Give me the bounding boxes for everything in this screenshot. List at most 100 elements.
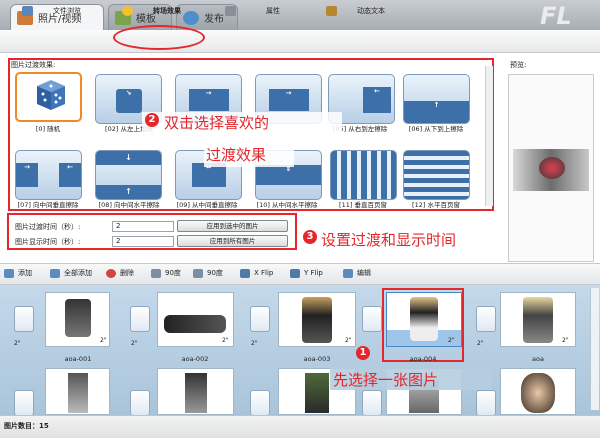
- add-icon: [4, 268, 14, 278]
- dynamic-text-icon: [326, 6, 337, 16]
- transition-icon: [122, 6, 133, 16]
- thumbnail-caption: aoa: [532, 355, 544, 363]
- edit-icon: [343, 268, 353, 278]
- photo-content: [302, 297, 332, 343]
- flip-y-icon: [290, 268, 300, 278]
- thumbnail-caption: aoa-004: [409, 355, 437, 363]
- status-bar: [0, 415, 600, 438]
- duration-label: 2": [222, 337, 229, 344]
- photo-content: [521, 373, 555, 413]
- effect-caption: [0] 随机: [35, 125, 61, 133]
- transition-marker[interactable]: [362, 390, 382, 416]
- transition-marker[interactable]: [250, 306, 270, 332]
- apply-selected-button[interactable]: 应用到选中的图片: [177, 220, 288, 232]
- arrow-left-icon: ←: [363, 87, 391, 113]
- apply-all-button[interactable]: 应用到所有图片: [177, 235, 288, 247]
- delete-button[interactable]: 删除: [106, 267, 134, 279]
- duration-label: 2": [345, 337, 352, 344]
- preview-image: [513, 149, 589, 191]
- publish-icon: [183, 10, 199, 25]
- edit-button[interactable]: 编辑: [343, 267, 371, 279]
- image-thumbnail[interactable]: [157, 368, 234, 415]
- effect-caption: [12] 水平百页窗: [412, 201, 460, 209]
- y-flip-button[interactable]: Y Flip: [290, 267, 323, 279]
- thumbnail-caption: aoa-003: [303, 355, 331, 363]
- transition-marker[interactable]: [130, 390, 150, 416]
- callout-number-2: 2: [145, 113, 159, 127]
- image-thumbnail[interactable]: [500, 368, 576, 415]
- effect-tile-06[interactable]: ↑: [403, 74, 470, 124]
- duration-label: 2": [251, 340, 258, 347]
- effect-tile-12[interactable]: [403, 150, 470, 200]
- preview-pane: [508, 74, 594, 262]
- transition-marker[interactable]: [14, 390, 34, 416]
- transition-marker[interactable]: [14, 306, 34, 332]
- transition-marker[interactable]: [250, 390, 270, 416]
- tab-dynamic-text[interactable]: 动态文本: [326, 3, 385, 19]
- add-all-button[interactable]: 全部添加: [50, 267, 92, 279]
- rotate-right-button[interactable]: 90度: [193, 267, 223, 279]
- effect-tile-11[interactable]: [330, 150, 397, 200]
- effect-caption: [08] 向中间水平擦除: [98, 201, 160, 209]
- add-all-icon: [50, 268, 60, 278]
- duration-label: 2": [131, 340, 138, 347]
- image-count: 图片数目：15: [4, 422, 49, 430]
- effect-caption: [09] 从中间垂直擦除: [176, 201, 238, 209]
- add-button[interactable]: 添加: [4, 267, 32, 279]
- tab-file-browse[interactable]: 文件浏览: [22, 3, 81, 19]
- transition-marker[interactable]: [362, 306, 382, 332]
- duration-label: 2": [100, 337, 107, 344]
- effect-caption: [06] 从下到上擦除: [408, 125, 464, 133]
- flip-x-icon: [240, 268, 250, 278]
- image-thumbnail[interactable]: [45, 368, 110, 415]
- tab-properties[interactable]: 属性: [225, 3, 280, 19]
- filmstrip-scrollbar[interactable]: [590, 288, 599, 410]
- callout-text-select-image: 先选择一张图片: [333, 371, 439, 389]
- effect-caption: [11] 垂直百页窗: [339, 201, 387, 209]
- brand-logo: FL: [540, 2, 572, 30]
- callout-text-timing: 设置过渡和显示时间: [321, 231, 457, 249]
- duration-label: 2": [14, 340, 21, 347]
- photo-content: [410, 297, 438, 341]
- transition-marker[interactable]: [130, 306, 150, 332]
- x-flip-button[interactable]: X Flip: [240, 267, 273, 279]
- highlight-oval: [113, 25, 205, 50]
- callout-number-3: 3: [303, 230, 317, 244]
- effect-tile-07[interactable]: → ←: [15, 150, 82, 200]
- effect-tile-08[interactable]: ↓ ↑: [95, 150, 162, 200]
- sub-toolbar: [0, 30, 600, 53]
- arrow-down-right-icon: ↘: [115, 89, 142, 113]
- arrows-inward-horizontal-icon: → ←: [16, 163, 81, 187]
- callout-text-double-click: 双击选择喜欢的: [164, 114, 270, 132]
- arrow-up-icon: ↑: [404, 101, 469, 123]
- effect-caption: [07] 向中间垂直擦除: [17, 201, 79, 209]
- rotate-left-icon: [151, 268, 161, 278]
- thumbnail-caption: aoa-002: [181, 355, 209, 363]
- transition-time-input[interactable]: 2: [112, 221, 174, 232]
- transition-time-label: 图片过渡时间（秒）:: [15, 223, 81, 231]
- preview-label: 预览:: [510, 61, 527, 69]
- transition-marker[interactable]: [476, 390, 496, 416]
- tab-transition[interactable]: 转场效果: [122, 3, 181, 19]
- photo-content: [184, 373, 207, 413]
- dice-icon: [37, 80, 65, 110]
- effects-scrollbar[interactable]: [485, 66, 493, 206]
- arrow-right-icon: →: [268, 89, 309, 111]
- effect-tile-random[interactable]: [15, 72, 82, 122]
- photo-content: [523, 297, 553, 343]
- rotate-left-button[interactable]: 90度: [151, 267, 181, 279]
- properties-icon: [225, 6, 236, 16]
- arrows-inward-vertical-icon: ↓ ↑: [96, 151, 161, 199]
- display-time-input[interactable]: 2: [112, 236, 174, 247]
- photo-content: [305, 373, 329, 413]
- duration-label: 2": [477, 340, 484, 347]
- thumbnail-caption: aoa-001: [64, 355, 92, 363]
- transition-marker[interactable]: [476, 306, 496, 332]
- duration-label: 2": [448, 337, 455, 344]
- rotate-right-icon: [193, 268, 203, 278]
- arrow-right-icon: →: [188, 89, 229, 111]
- photo-content: [164, 315, 226, 333]
- effect-caption: [10] 从中间水平擦除: [256, 201, 318, 209]
- file-browse-icon: [22, 6, 33, 16]
- delete-icon: [106, 268, 116, 278]
